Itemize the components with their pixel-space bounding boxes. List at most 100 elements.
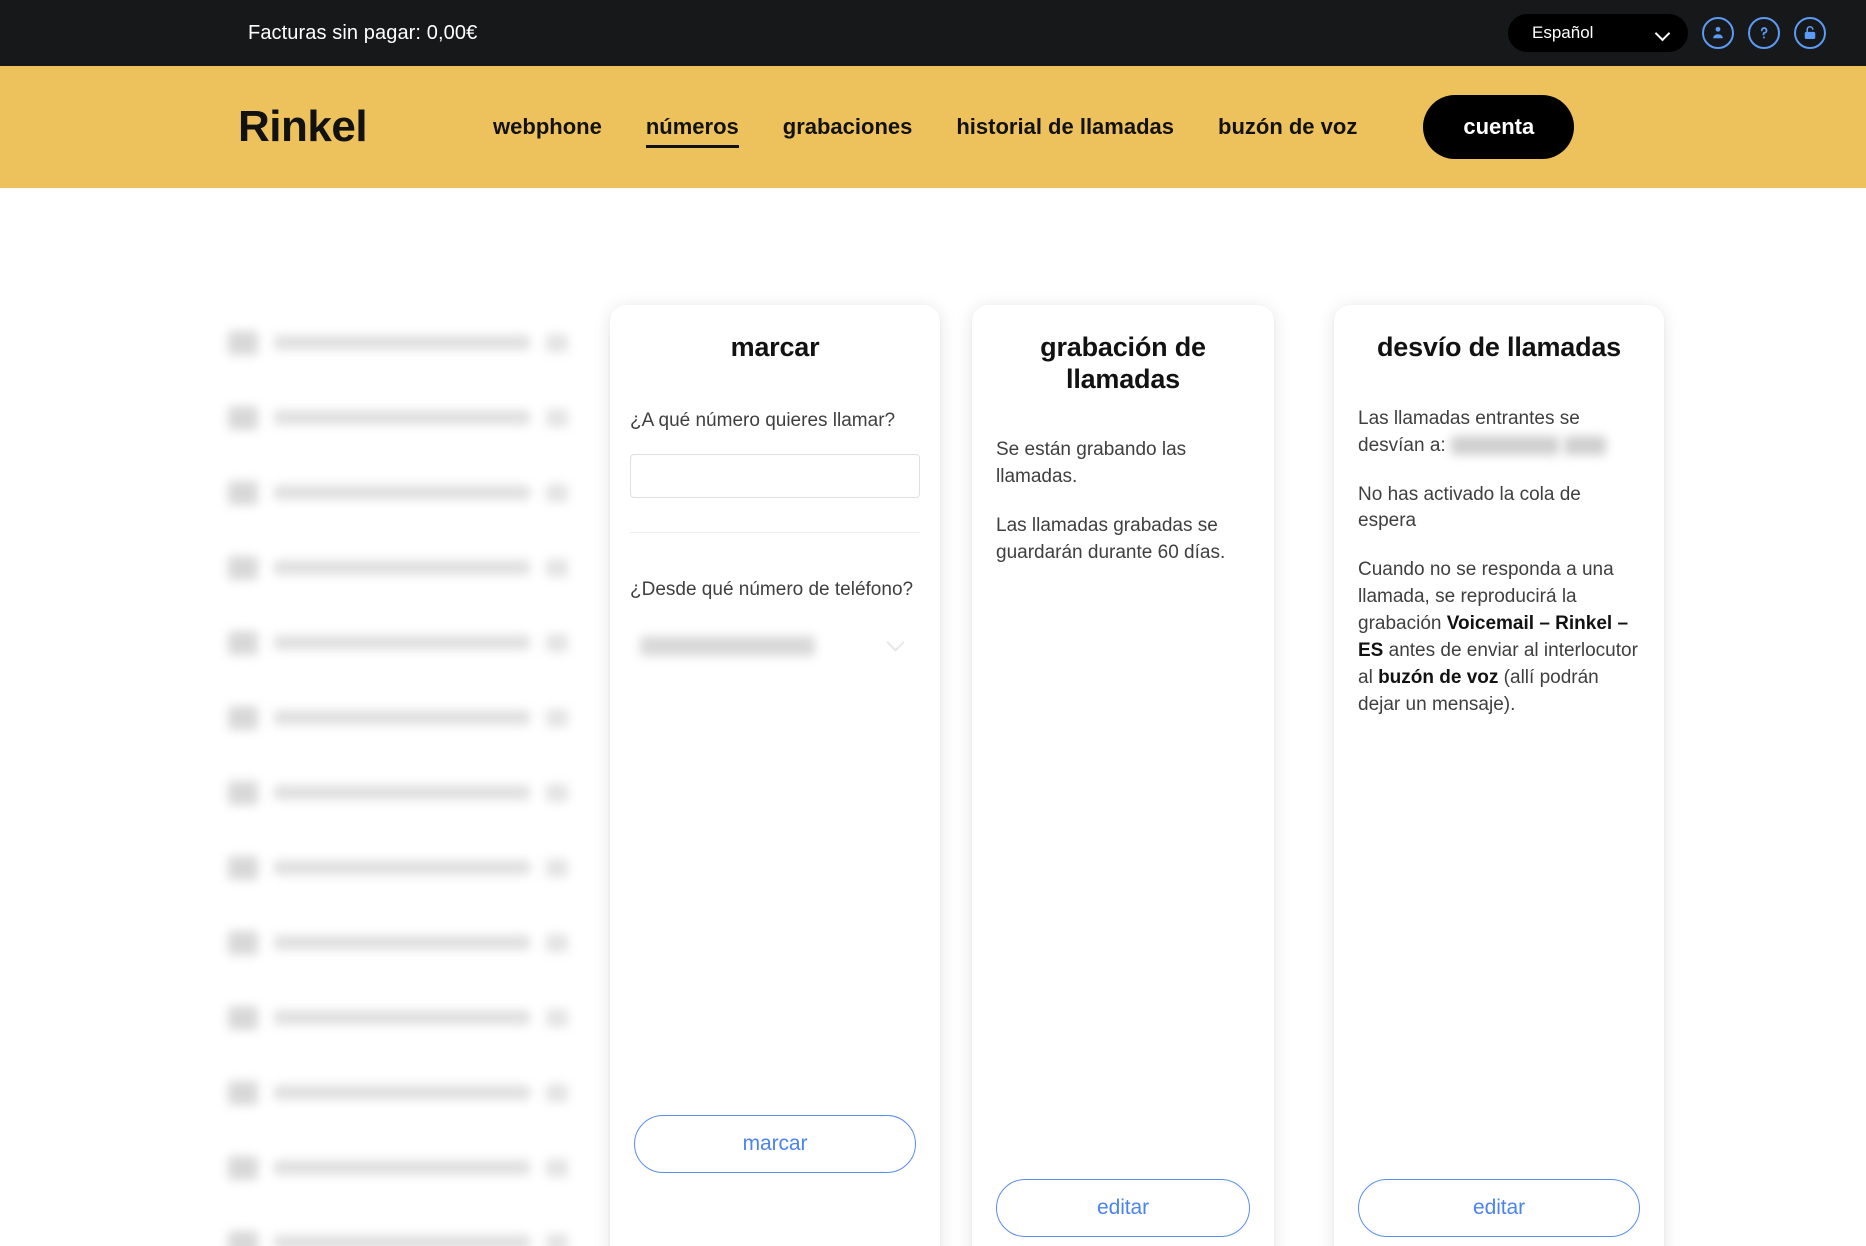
list-item-label xyxy=(274,335,530,350)
desvio-paragraph-2: No has activado la cola de espera xyxy=(1358,483,1581,532)
source-number-label: ¿Desde qué número de teléfono? xyxy=(630,578,914,600)
desvio-editar-button[interactable]: editar xyxy=(1358,1179,1640,1237)
desvio-forward-number-redacted-2 xyxy=(1564,436,1607,456)
card-desvio-body: Las llamadas entrantes se desvían a: No … xyxy=(1358,406,1640,720)
brand-logo[interactable]: Rinkel xyxy=(238,102,368,152)
card-desvio-de-llamadas: desvío de llamadas Las llamadas entrante… xyxy=(1334,305,1664,1246)
list-item-label xyxy=(274,485,530,500)
list-item[interactable] xyxy=(228,530,568,605)
list-item[interactable] xyxy=(228,1205,568,1246)
list-item-action-icon[interactable] xyxy=(546,858,568,877)
list-item-action-icon[interactable] xyxy=(546,633,568,652)
list-item-action-icon[interactable] xyxy=(546,333,568,352)
list-item-action-icon[interactable] xyxy=(546,558,568,577)
list-item-action-icon[interactable] xyxy=(546,1008,568,1027)
list-item-label xyxy=(274,560,530,575)
list-item[interactable] xyxy=(228,380,568,455)
unpaid-invoices-label: Facturas sin pagar: 0,00€ xyxy=(248,21,478,44)
list-item-label xyxy=(274,1160,530,1175)
list-item-action-icon[interactable] xyxy=(546,933,568,952)
list-item-action-icon[interactable] xyxy=(546,1233,568,1246)
card-marcar-title: marcar xyxy=(730,332,820,362)
list-item[interactable] xyxy=(228,680,568,755)
language-selector[interactable]: Español xyxy=(1508,14,1688,52)
grabacion-editar-button[interactable]: editar xyxy=(996,1179,1250,1237)
desvio-paragraph-1: Las llamadas entrantes se desvían a: xyxy=(1358,406,1640,460)
top-utility-bar: Facturas sin pagar: 0,00€ Español xyxy=(0,0,1866,66)
list-item-label xyxy=(274,935,530,950)
list-item-action-icon[interactable] xyxy=(546,1158,568,1177)
grabacion-paragraph-2: Las llamadas grabadas se guardarán duran… xyxy=(996,515,1226,564)
main-navigation-bar: Rinkel webphone números grabaciones hist… xyxy=(0,66,1866,188)
chevron-down-icon xyxy=(886,633,905,652)
list-item-action-icon[interactable] xyxy=(546,1083,568,1102)
list-item-action-icon[interactable] xyxy=(546,483,568,502)
list-item-label xyxy=(274,410,530,425)
flag-icon xyxy=(228,855,258,880)
list-item[interactable] xyxy=(228,905,568,980)
list-item[interactable] xyxy=(228,1055,568,1130)
topbar-right-controls: Español xyxy=(1508,0,1826,66)
desvio-buzon-de-voz: buzón de voz xyxy=(1378,667,1499,689)
help-icon[interactable] xyxy=(1748,17,1780,49)
nav-item-grabaciones[interactable]: grabaciones xyxy=(761,108,935,146)
card-grabacion-inner: grabación de llamadas Se están grabando … xyxy=(972,305,1274,1246)
flag-icon xyxy=(228,930,258,955)
list-item[interactable] xyxy=(228,980,568,1055)
card-marcar: marcar ¿A qué número quieres llamar? ¿De… xyxy=(610,305,940,1246)
grabacion-paragraph-1: Se están grabando las llamadas. xyxy=(996,439,1187,488)
source-number-select[interactable] xyxy=(630,626,920,666)
numbers-list xyxy=(228,305,568,1246)
flag-icon xyxy=(228,480,258,505)
destination-number-label: ¿A qué número quieres llamar? xyxy=(630,409,896,431)
flag-icon xyxy=(228,555,258,580)
list-item-action-icon[interactable] xyxy=(546,708,568,727)
card-marcar-actions: marcar xyxy=(610,1115,940,1246)
flag-icon xyxy=(228,1005,258,1030)
flag-icon xyxy=(228,1080,258,1105)
nav-links: webphone números grabaciones historial d… xyxy=(471,95,1575,159)
user-icon[interactable] xyxy=(1702,17,1734,49)
marcar-button[interactable]: marcar xyxy=(634,1115,916,1173)
desvio-paragraph-3: Cuando no se responda a una llamada, se … xyxy=(1358,557,1640,719)
flag-icon xyxy=(228,780,258,805)
nav-item-webphone[interactable]: webphone xyxy=(471,108,624,146)
nav-item-historial-de-llamadas[interactable]: historial de llamadas xyxy=(934,108,1196,146)
card-marcar-header: marcar xyxy=(610,305,940,364)
card-desvio-actions: editar off / on xyxy=(1358,1179,1640,1246)
card-grabacion-title: grabación de llamadas xyxy=(1040,332,1206,394)
nav-item-numeros[interactable]: números xyxy=(624,108,761,148)
account-button[interactable]: cuenta xyxy=(1423,95,1575,159)
source-number-value-redacted xyxy=(640,635,815,656)
language-selector-value: Español xyxy=(1532,23,1594,42)
nav-item-buzon-de-voz[interactable]: buzón de voz xyxy=(1196,108,1379,146)
list-item[interactable] xyxy=(228,1130,568,1205)
card-marcar-source-section: ¿Desde qué número de teléfono? xyxy=(610,533,940,666)
flag-icon xyxy=(228,1155,258,1180)
card-grabacion-actions: editar off / on xyxy=(996,1179,1250,1246)
card-marcar-destination-section: ¿A qué número quieres llamar? xyxy=(610,364,940,533)
flag-icon xyxy=(228,630,258,655)
list-item[interactable] xyxy=(228,305,568,380)
list-item-action-icon[interactable] xyxy=(546,408,568,427)
main-content: marcar ¿A qué número quieres llamar? ¿De… xyxy=(0,188,1866,1246)
card-grabacion-body: Se están grabando las llamadas. Las llam… xyxy=(996,437,1250,567)
list-item-label xyxy=(274,1010,530,1025)
desvio-forward-number-redacted xyxy=(1450,436,1559,456)
lock-icon[interactable] xyxy=(1794,17,1826,49)
list-item[interactable] xyxy=(228,455,568,530)
list-item[interactable] xyxy=(228,605,568,680)
list-item-label xyxy=(274,785,530,800)
flag-icon xyxy=(228,330,258,355)
card-grabacion-de-llamadas: grabación de llamadas Se están grabando … xyxy=(972,305,1274,1246)
list-item-label xyxy=(274,860,530,875)
card-desvio-inner: desvío de llamadas Las llamadas entrante… xyxy=(1334,305,1664,1246)
list-item-label xyxy=(274,635,530,650)
destination-number-input[interactable] xyxy=(630,453,920,498)
flag-icon xyxy=(228,1230,258,1246)
chevron-down-icon xyxy=(1656,28,1672,38)
list-item[interactable] xyxy=(228,830,568,905)
list-item[interactable] xyxy=(228,755,568,830)
flag-icon xyxy=(228,405,258,430)
list-item-action-icon[interactable] xyxy=(546,783,568,802)
